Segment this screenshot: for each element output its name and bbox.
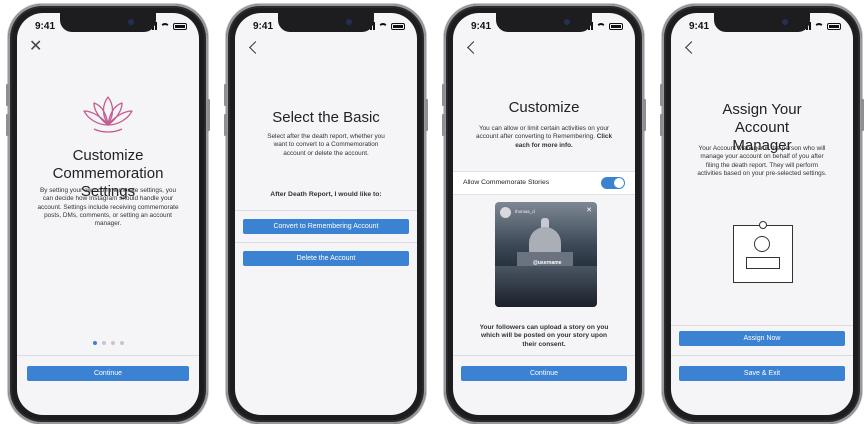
story-username: thomas_d (515, 209, 535, 214)
back-chevron-icon (467, 41, 480, 54)
wifi-icon (814, 23, 824, 30)
page-indicator (17, 341, 199, 345)
notch (278, 13, 374, 32)
page-description: By setting your own commemorate settings… (37, 187, 179, 228)
status-time: 9:41 (253, 21, 274, 32)
phone-1: 9:41 ✕ Customize Commemoration Settings … (6, 4, 210, 424)
notch (60, 13, 156, 32)
continue-button[interactable]: Continue (461, 366, 627, 381)
close-button[interactable]: ✕ (29, 39, 42, 55)
battery-icon (609, 22, 623, 30)
notch (714, 13, 810, 32)
back-chevron-icon (685, 41, 698, 54)
divider (453, 355, 635, 356)
status-time: 9:41 (471, 21, 492, 32)
wifi-icon (378, 23, 388, 30)
page-dot[interactable] (101, 341, 106, 345)
screen-account-manager: 9:41 Assign Your Account Manager Your Ac… (671, 13, 853, 415)
choice-prompt: After Death Report, I would like to: (270, 191, 382, 198)
page-description: Your Account Manager is the person who w… (697, 145, 827, 177)
divider (235, 210, 417, 211)
account-manager-icon (733, 221, 793, 283)
toggle-label: Allow Commemorate Stories (463, 179, 550, 186)
page-dot[interactable] (92, 341, 97, 345)
screen-customize-commemoration: 9:41 ✕ Customize Commemoration Settings … (17, 13, 199, 415)
page-dot[interactable] (119, 341, 124, 345)
delete-account-button[interactable]: Delete the Account (243, 251, 409, 266)
divider (17, 355, 199, 356)
screen-customize: 9:41 Customize You can allow or limit ce… (453, 13, 635, 415)
continue-button[interactable]: Continue (27, 366, 189, 381)
page-title: Customize (508, 99, 580, 116)
page-description: Select after the death report, whether y… (267, 133, 385, 157)
notch (496, 13, 592, 32)
screen-select-basic: 9:41 Select the Basic Select after the d… (235, 13, 417, 415)
allow-stories-toggle[interactable] (601, 177, 625, 189)
back-button[interactable] (247, 39, 262, 56)
avatar (500, 207, 511, 218)
divider (671, 355, 853, 356)
back-button[interactable] (683, 39, 698, 56)
assign-now-button[interactable]: Assign Now (679, 331, 845, 346)
phone-4: 9:41 Assign Your Account Manager Your Ac… (660, 4, 864, 424)
battery-icon (391, 22, 405, 30)
story-caption: Your followers can upload a story on you… (479, 324, 609, 348)
convert-remembering-button[interactable]: Convert to Remembering Account (243, 219, 409, 234)
close-icon: ✕ (29, 38, 43, 55)
divider (671, 325, 853, 326)
page-dot[interactable] (110, 341, 115, 345)
description-text: You can allow or limit certain activitie… (475, 125, 610, 141)
page-description: You can allow or limit certain activitie… (475, 125, 613, 150)
phone-3: 9:41 Customize You can allow or limit ce… (442, 4, 646, 424)
status-time: 9:41 (35, 21, 56, 32)
battery-icon (173, 22, 187, 30)
wifi-icon (160, 23, 170, 30)
allow-stories-row: Allow Commemorate Stories (453, 171, 635, 195)
story-mention: @username (533, 260, 562, 266)
lotus-icon (83, 96, 133, 133)
back-chevron-icon (249, 41, 262, 54)
close-icon[interactable]: ✕ (586, 206, 592, 214)
divider (235, 242, 417, 243)
status-time: 9:41 (689, 21, 710, 32)
battery-icon (827, 22, 841, 30)
save-exit-button[interactable]: Save & Exit (679, 366, 845, 381)
story-preview: thomas_d ✕ @username (495, 202, 597, 307)
back-button[interactable] (465, 39, 480, 56)
phone-2: 9:41 Select the Basic Select after the d… (224, 4, 428, 424)
page-title: Select the Basic (272, 109, 380, 126)
wifi-icon (596, 23, 606, 30)
